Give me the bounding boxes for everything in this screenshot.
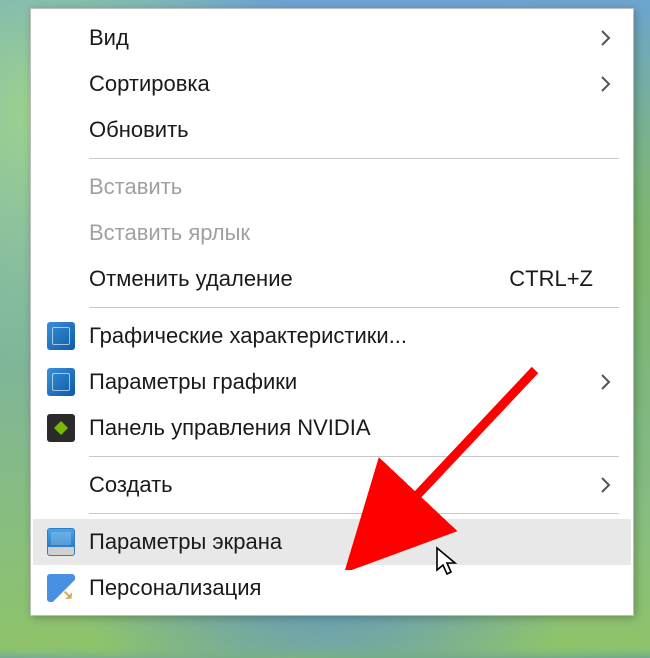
menu-item-undo-delete[interactable]: Отменить удаление CTRL+Z [33, 256, 631, 302]
menu-label: Вставить [89, 174, 599, 200]
icon-slot [47, 322, 89, 350]
icon-slot [47, 368, 89, 396]
chevron-right-icon [599, 372, 613, 392]
menu-label: Сортировка [89, 71, 599, 97]
menu-label: Панель управления NVIDIA [89, 415, 599, 441]
icon-slot [47, 414, 89, 442]
nvidia-icon [47, 414, 75, 442]
menu-label: Персонализация [89, 575, 599, 601]
menu-label: Обновить [89, 117, 599, 143]
menu-label: Создать [89, 472, 599, 498]
menu-item-sort[interactable]: Сортировка [33, 61, 631, 107]
display-icon [47, 528, 75, 556]
chevron-right-icon [599, 475, 613, 495]
menu-label: Параметры экрана [89, 529, 599, 555]
menu-item-view[interactable]: Вид [33, 15, 631, 61]
menu-separator [89, 513, 619, 514]
menu-item-graphics-options[interactable]: Параметры графики [33, 359, 631, 405]
chevron-right-icon [599, 74, 613, 94]
menu-label: Параметры графики [89, 369, 599, 395]
menu-label: Вставить ярлык [89, 220, 599, 246]
menu-item-paste-shortcut: Вставить ярлык [33, 210, 631, 256]
menu-separator [89, 307, 619, 308]
menu-separator [89, 158, 619, 159]
menu-item-nvidia-panel[interactable]: Панель управления NVIDIA [33, 405, 631, 451]
menu-item-new[interactable]: Создать [33, 462, 631, 508]
menu-label: Отменить удаление [89, 266, 509, 292]
menu-item-personalize[interactable]: Персонализация [33, 565, 631, 611]
personalize-icon [47, 574, 75, 602]
intel-icon [47, 368, 75, 396]
menu-label: Графические характеристики... [89, 323, 599, 349]
icon-slot [47, 574, 89, 602]
menu-label: Вид [89, 25, 599, 51]
intel-icon [47, 322, 75, 350]
menu-item-refresh[interactable]: Обновить [33, 107, 631, 153]
desktop-context-menu: Вид Сортировка Обновить Вставить Вставит… [30, 8, 634, 616]
menu-separator [89, 456, 619, 457]
chevron-right-icon [599, 28, 613, 48]
menu-item-display-settings[interactable]: Параметры экрана [33, 519, 631, 565]
menu-item-graphics-properties[interactable]: Графические характеристики... [33, 313, 631, 359]
menu-item-paste: Вставить [33, 164, 631, 210]
icon-slot [47, 528, 89, 556]
menu-shortcut: CTRL+Z [509, 266, 593, 292]
